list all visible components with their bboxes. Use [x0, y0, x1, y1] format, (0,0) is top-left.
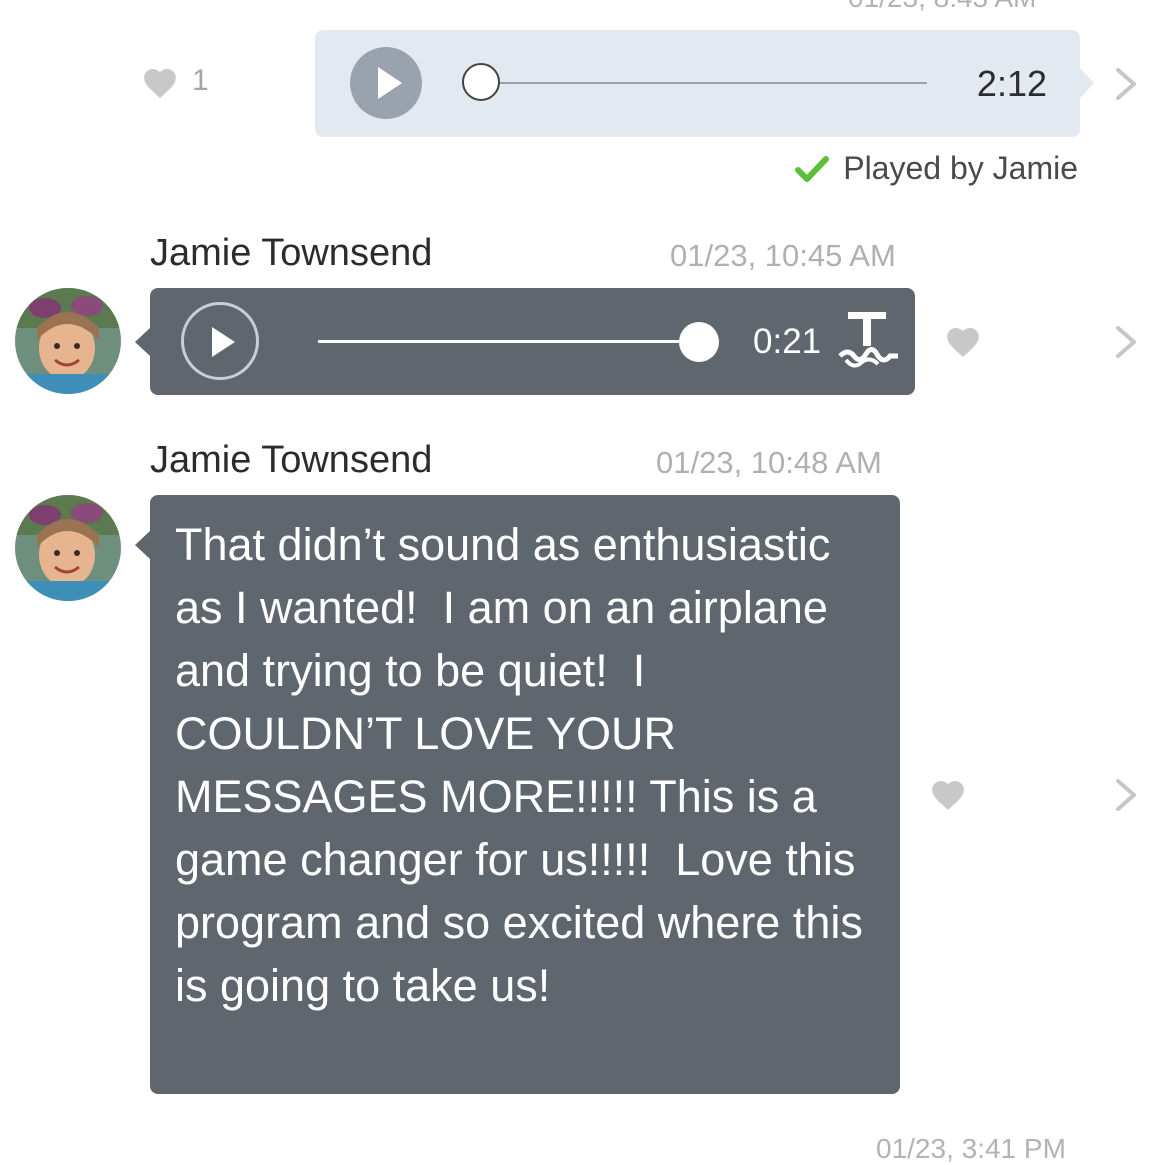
- transcribe-button[interactable]: [838, 310, 900, 377]
- heart-icon: [932, 781, 964, 810]
- played-status: Played by Jamie: [795, 150, 1078, 187]
- avatar[interactable]: [15, 288, 121, 394]
- audio-scrubber-handle[interactable]: [462, 63, 500, 101]
- message-text: That didn’t sound as enthusiastic as I w…: [175, 519, 876, 1011]
- avatar[interactable]: [15, 495, 121, 601]
- heart-icon: [947, 328, 979, 357]
- like-count: 1: [192, 64, 209, 97]
- timestamp-bottom-cut: 01/23, 3:41 PM: [876, 1133, 1066, 1164]
- sender-name: Jamie Townsend: [150, 232, 433, 274]
- outgoing-voice-message: 2:12: [315, 30, 1094, 137]
- play-button[interactable]: [350, 47, 422, 119]
- audio-progress-track[interactable]: [318, 340, 698, 343]
- audio-progress-track[interactable]: [483, 82, 927, 84]
- message-timestamp: 01/23, 10:45 AM: [670, 238, 896, 273]
- message-details-button[interactable]: [1112, 66, 1140, 102]
- timestamp-top-cut: 01/23, 8:43 AM: [848, 0, 1036, 14]
- message-details-button[interactable]: [1112, 324, 1140, 360]
- like-button[interactable]: [141, 64, 179, 100]
- transcript-icon: [838, 312, 898, 368]
- chevron-right-icon: [1116, 68, 1136, 100]
- chevron-right-icon: [1116, 779, 1136, 811]
- chevron-right-icon: [1116, 326, 1136, 358]
- audio-duration: 2:12: [976, 63, 1047, 104]
- play-button[interactable]: [181, 302, 259, 380]
- audio-duration: 0:21: [753, 322, 822, 361]
- avatar-photo: [15, 495, 121, 601]
- played-status-text: Played by Jamie: [843, 150, 1078, 186]
- message-details-button[interactable]: [1112, 777, 1140, 813]
- incoming-voice-message: 0:21: [135, 288, 915, 395]
- avatar-photo: [15, 288, 121, 394]
- checkmark-icon: [795, 155, 830, 182]
- incoming-text-message: That didn’t sound as enthusiastic as I w…: [135, 495, 900, 1094]
- heart-icon: [144, 69, 176, 98]
- like-button[interactable]: [929, 776, 967, 812]
- message-timestamp: 01/23, 10:48 AM: [656, 445, 882, 480]
- like-button[interactable]: [944, 323, 982, 359]
- audio-scrubber-handle[interactable]: [679, 322, 719, 362]
- sender-name: Jamie Townsend: [150, 439, 433, 481]
